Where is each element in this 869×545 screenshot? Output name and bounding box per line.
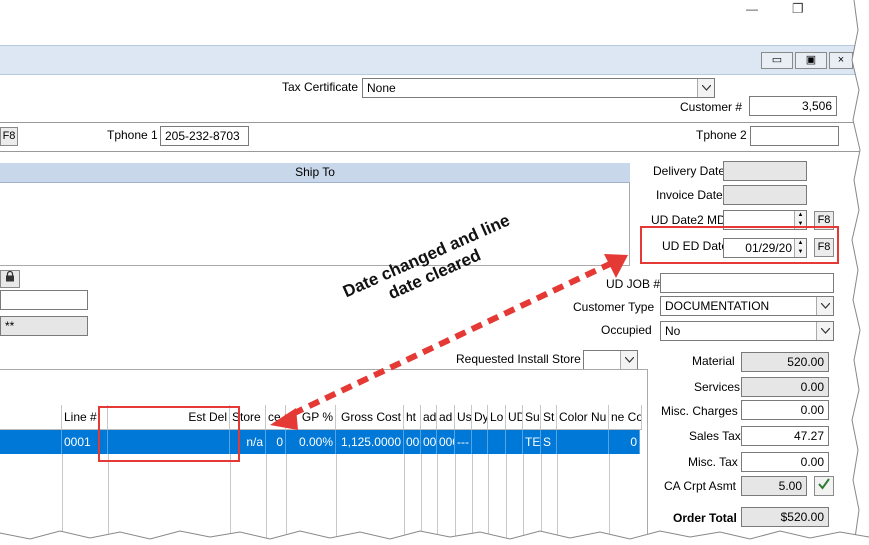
torn-edge-bottom: [0, 530, 869, 545]
annotation-arrowhead-left: [270, 408, 298, 430]
torn-edge-right: [851, 0, 869, 545]
